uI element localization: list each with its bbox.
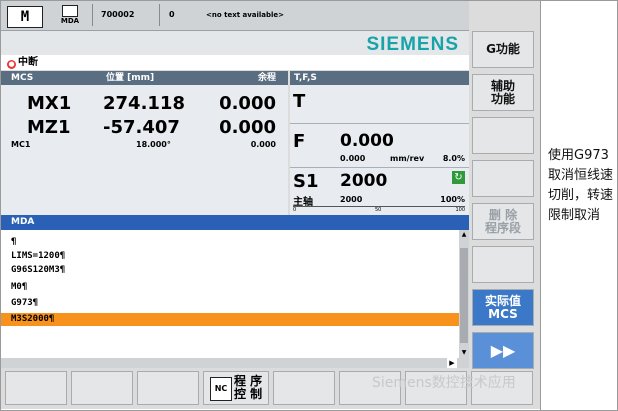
axis-remaining: 0.000: [219, 117, 276, 138]
program-line[interactable]: LIMS=1200¶: [11, 251, 65, 261]
aux-axis-name: MC1: [11, 140, 31, 149]
aux-axis-remaining: 0.000: [250, 140, 276, 149]
divider: [290, 123, 469, 124]
channel-state-text: 中断: [18, 57, 38, 68]
col-axis: MCS: [11, 73, 34, 83]
mda-header: MDA: [1, 215, 469, 230]
axis-remaining: 0.000: [219, 93, 276, 114]
spindle-value: 2000: [340, 171, 388, 191]
status-bar: M MDA 700002 0 <no text available>: [1, 1, 469, 31]
channel-state: ● 中断: [1, 55, 469, 70]
bar-tick: 0: [293, 207, 297, 213]
spindle-override: 100%: [440, 195, 465, 204]
mode-indicator: M: [7, 6, 43, 28]
bottom-softkey[interactable]: [5, 371, 67, 405]
spindle-actual: 2000: [340, 195, 363, 204]
status-message: <no text available>: [206, 11, 285, 19]
feed-unit: mm/rev: [390, 154, 425, 163]
bottom-softkey[interactable]: [71, 371, 133, 405]
siemens-logo: SIEMENS: [366, 34, 459, 55]
axis-name: MZ1: [27, 117, 71, 138]
program-line[interactable]: G973¶: [11, 298, 38, 308]
spindle-load-bar: 0 50 100: [293, 206, 465, 214]
feed-value: 0.000: [340, 131, 394, 151]
divider: [290, 167, 469, 168]
softkey-empty[interactable]: [472, 160, 534, 197]
softkey-delete-block[interactable]: 删 除 程序段: [472, 203, 534, 240]
vertical-scrollbar[interactable]: ▲ ▼: [459, 230, 469, 358]
feed-override: 8.0%: [442, 154, 465, 163]
softkey-empty[interactable]: [472, 117, 534, 154]
nc-icon: NC: [210, 377, 232, 401]
softkey-program-control[interactable]: NC 程 序 控 制: [203, 371, 269, 405]
axis-position: 274.118: [103, 93, 185, 114]
brand-bar: SIEMENS: [1, 31, 469, 55]
annotation-text: 使用G973取消恒线速切削，转速限制取消: [548, 148, 614, 223]
bar-tick: 50: [375, 207, 382, 213]
program-control-label: 程 序 控 制: [234, 374, 263, 401]
softkey-empty[interactable]: [472, 246, 534, 283]
tfs-header: T,F,S: [290, 71, 469, 85]
softkey-actual-value-mcs[interactable]: 实际值 MCS: [472, 289, 534, 326]
feed-label: F: [293, 131, 306, 152]
axis-name: MX1: [27, 93, 72, 114]
keyboard-icon: [62, 5, 78, 17]
program-line-selected[interactable]: M3S2000¶: [1, 313, 459, 326]
bottom-softkey[interactable]: [273, 371, 335, 405]
divider: [540, 0, 541, 411]
tfs-panel[interactable]: T F 0.000 0.000 mm/rev 8.0% S1 2000 ↻ 主轴…: [290, 85, 469, 215]
spindle-label: S1: [293, 171, 319, 192]
position-panel[interactable]: MX1 274.118 0.000 MZ1 -57.407 0.000 MC1 …: [1, 85, 288, 215]
watermark: Siemens数控技术应用: [372, 375, 516, 391]
spindle-rotation-icon: ↻: [452, 171, 465, 184]
tool-label: T: [293, 91, 306, 112]
bottom-softkey[interactable]: [137, 371, 199, 405]
feed-actual: 0.000: [340, 154, 366, 163]
axis-position: -57.407: [103, 117, 180, 138]
bar-tick: 100: [455, 207, 465, 213]
scroll-up-icon[interactable]: ▲: [460, 231, 468, 239]
softkey-next-icon[interactable]: ▶▶: [472, 332, 534, 369]
program-name: 700002: [92, 4, 160, 26]
mda-mode-icon: MDA: [57, 4, 83, 28]
col-remaining: 余程: [257, 73, 276, 83]
softkey-aux-functions[interactable]: 辅助 功能: [472, 74, 534, 111]
horizontal-scrollbar[interactable]: ▶: [1, 358, 469, 368]
hmi-screen: M MDA 700002 0 <no text available> SIEME…: [1, 1, 540, 409]
aux-axis-position: 18.000°: [136, 140, 171, 149]
program-line[interactable]: G96S120M3¶: [11, 265, 65, 275]
program-line[interactable]: M0¶: [11, 282, 27, 292]
mda-mode-label: MDA: [60, 17, 80, 25]
mda-editor[interactable]: ¶ LIMS=1200¶ G96S120M3¶ M0¶ G973¶ M3S200…: [1, 230, 459, 358]
channel-number: 0: [169, 10, 175, 19]
scroll-right-icon[interactable]: ▶: [447, 358, 457, 368]
stop-icon: ●: [7, 60, 16, 69]
position-header: MCS 位置 [mm] 余程: [1, 71, 288, 85]
scroll-down-icon[interactable]: ▼: [460, 349, 468, 357]
softkey-g-functions[interactable]: G功能: [472, 31, 534, 68]
col-position: 位置 [mm]: [106, 73, 155, 83]
scroll-thumb[interactable]: [460, 248, 468, 343]
program-line[interactable]: ¶: [11, 237, 16, 247]
